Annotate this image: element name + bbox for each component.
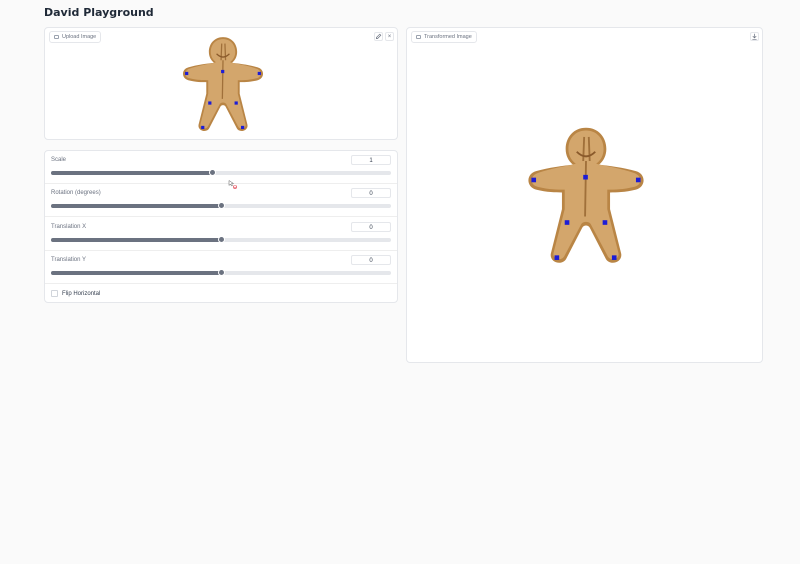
upload-image-panel[interactable]: Upload Image × (44, 27, 398, 140)
rotation-label: Rotation (degrees) (51, 190, 101, 196)
page-title: David Playground (44, 6, 154, 19)
flip-horizontal-row[interactable]: Flip Horizontal (51, 290, 100, 297)
translation-x-number-input[interactable]: 0 (351, 222, 391, 232)
rotation-number-input[interactable]: 0 (351, 188, 391, 198)
controls-panel: Scale 1 Rotation (degrees) 0 Translation… (44, 150, 398, 303)
transformed-image-panel: Transformed Image (406, 27, 763, 363)
mouse-cursor-icon (228, 180, 237, 189)
scale-control: Scale 1 (45, 151, 397, 184)
rotation-control: Rotation (degrees) 0 (45, 184, 397, 217)
scale-slider-fill (51, 171, 213, 175)
transformed-image-label-text: Transformed Image (424, 34, 472, 40)
translation-x-slider-thumb[interactable] (217, 236, 225, 243)
upload-image-label-text: Upload Image (62, 34, 97, 40)
translation-y-slider-fill (51, 271, 221, 275)
clear-image-button[interactable]: × (385, 32, 394, 41)
transformed-gingerbread-image (528, 127, 644, 263)
image-icon (54, 35, 59, 39)
translation-y-control: Translation Y 0 (45, 251, 397, 284)
scale-slider-thumb[interactable] (209, 169, 216, 176)
scale-slider[interactable] (51, 169, 391, 176)
translation-x-slider-fill (51, 238, 221, 242)
translation-y-slider-thumb[interactable] (217, 269, 225, 276)
translation-y-number-input[interactable]: 0 (351, 255, 391, 265)
pencil-icon[interactable] (374, 32, 383, 41)
scale-number-input[interactable]: 1 (351, 155, 391, 165)
rotation-slider-fill (51, 204, 221, 208)
upload-image-label: Upload Image (49, 31, 102, 43)
translation-x-slider[interactable] (51, 236, 391, 243)
translation-y-label: Translation Y (51, 257, 87, 263)
scale-label: Scale (51, 157, 67, 163)
download-icon[interactable] (750, 32, 759, 41)
translation-x-control: Translation X 0 (45, 218, 397, 251)
flip-horizontal-checkbox[interactable] (51, 290, 58, 297)
translation-y-slider[interactable] (51, 269, 391, 276)
rotation-slider[interactable] (51, 202, 391, 209)
flip-horizontal-label: Flip Horizontal (62, 290, 101, 297)
rotation-slider-thumb[interactable] (217, 202, 225, 209)
transformed-image-label: Transformed Image (411, 31, 477, 43)
uploaded-gingerbread-image (182, 37, 264, 132)
translation-x-label: Translation X (51, 224, 87, 230)
image-icon (416, 35, 421, 39)
